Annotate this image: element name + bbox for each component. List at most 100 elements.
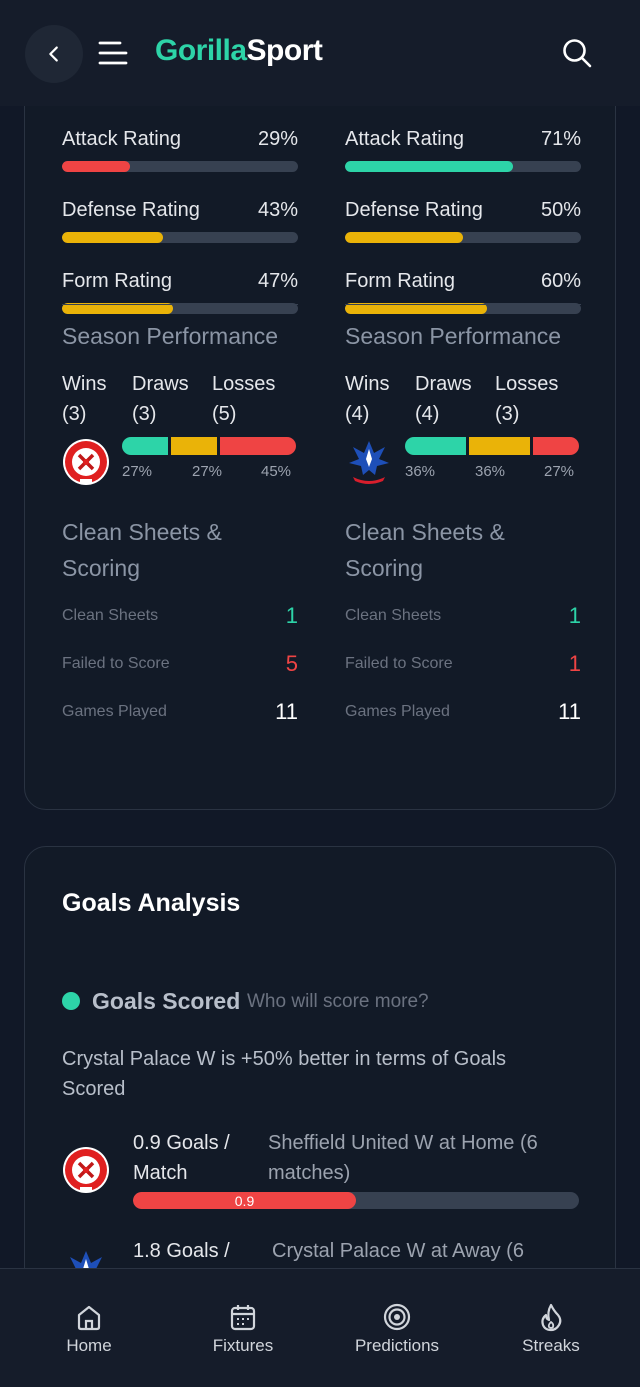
clean-sheets-value: 1 (285, 603, 298, 628)
wins-segment (122, 437, 168, 455)
win-percent: 27% (122, 463, 153, 480)
content-scroll[interactable]: Attack Rating 29% Defense Rating 43% For… (0, 106, 640, 1268)
wins-label: Wins (62, 373, 107, 395)
nav-streaks[interactable]: Streaks (471, 1269, 631, 1387)
loss-percent: 45% (261, 463, 292, 480)
target-icon (383, 1303, 411, 1331)
goals-bar-fill: 0.9 (133, 1192, 356, 1209)
goals-bar-label: 0.9 (234, 1192, 255, 1209)
home-icon (77, 1305, 101, 1331)
bottom-navigation: Home Fixtures Predictions Streaks (0, 1268, 640, 1387)
team-stats-card: Attack Rating 29% Defense Rating 43% For… (24, 106, 616, 810)
back-button[interactable] (25, 25, 83, 83)
season-performance-title: Season Performance (345, 323, 562, 349)
rating-label: Form Rating (62, 270, 173, 292)
losses-segment (219, 437, 297, 455)
rating-track (62, 161, 298, 172)
draws-label: Draws (132, 373, 189, 395)
rating-value: 29% (257, 128, 298, 150)
rating-value: 47% (257, 270, 298, 292)
losses-segment (533, 437, 580, 455)
rating-label: Defense Rating (62, 199, 200, 221)
nav-label: Fixtures (212, 1336, 274, 1355)
app-logo[interactable]: GorillaSport (155, 34, 323, 68)
calendar-icon (230, 1305, 256, 1331)
crystal-palace-crest-icon (70, 1251, 102, 1268)
crystal-palace-crest-icon (349, 441, 389, 484)
nav-label: Streaks (522, 1336, 580, 1355)
goals-summary: Crystal Palace W is +50% better in terms… (62, 1048, 507, 1100)
divider (62, 304, 298, 305)
goals-scored-label: Goals Scored (92, 988, 241, 1014)
goals-bar-track: 0.9 (133, 1192, 579, 1209)
clean-sheets-value: 1 (568, 603, 581, 628)
logo-primary: Gorilla (155, 34, 247, 67)
draws-label: Draws (415, 373, 472, 395)
failed-to-score-label: Failed to Score (345, 655, 453, 672)
rating-value: 43% (257, 199, 298, 221)
losses-count: (5) (212, 403, 237, 425)
failed-to-score-value: 1 (568, 651, 581, 676)
losses-label: Losses (212, 373, 276, 395)
rating-fill (62, 161, 131, 172)
losses-stat: Losses (5) (212, 369, 275, 429)
loss-percent: 27% (544, 463, 575, 480)
search-button[interactable] (560, 36, 594, 70)
rating-label: Attack Rating (345, 128, 464, 150)
draw-percent: 36% (475, 463, 506, 480)
goals-scored-subtitle: Who will score more? (247, 991, 429, 1012)
defense-rating-row: Defense Rating 50% (345, 199, 581, 243)
wins-label: Wins (345, 373, 390, 395)
win-percent: 36% (405, 463, 436, 480)
results-bar (122, 437, 298, 455)
goals-analysis-title: Goals Analysis (62, 889, 241, 917)
goals-context: Crystal Palace W at Away (6 (272, 1240, 524, 1262)
rating-label: Form Rating (345, 270, 456, 292)
goals-per-match-value: 0.9 Goals / Match (133, 1132, 230, 1184)
results-bar (405, 437, 581, 455)
nav-label: Home (66, 1336, 112, 1355)
rating-label: Defense Rating (345, 199, 483, 221)
sheffield-united-crest-icon (63, 1147, 109, 1193)
rating-track (345, 161, 581, 172)
defense-rating-row: Defense Rating 43% (62, 199, 298, 243)
nav-predictions[interactable]: Predictions (317, 1269, 477, 1387)
rating-value: 71% (540, 128, 581, 150)
draws-stat: Draws (3) (132, 369, 189, 429)
app-header: GorillaSport (0, 0, 640, 106)
nav-home[interactable]: Home (9, 1269, 169, 1387)
clean-sheets-title: Clean Sheets & Scoring (345, 519, 505, 581)
nav-fixtures[interactable]: Fixtures (163, 1269, 323, 1387)
goals-analysis-card: Goals Analysis Goals Scored Who will sco… (24, 846, 616, 1268)
games-played-value: 11 (275, 699, 298, 724)
games-played-label: Games Played (62, 703, 167, 720)
attack-rating-row: Attack Rating 29% (62, 128, 298, 172)
games-played-value: 11 (558, 699, 581, 724)
menu-button[interactable] (98, 40, 128, 66)
draws-count: (3) (132, 403, 157, 425)
draws-count: (4) (415, 403, 440, 425)
divider (345, 304, 581, 305)
attack-rating-row: Attack Rating 71% (345, 128, 581, 172)
goals-per-match-value: 1.8 Goals / (133, 1240, 230, 1262)
clean-sheets-label: Clean Sheets (62, 607, 159, 624)
wins-count: (3) (62, 403, 87, 425)
draws-segment (170, 437, 217, 455)
games-played-label: Games Played (345, 703, 450, 720)
flame-icon (541, 1303, 562, 1332)
losses-stat: Losses (3) (495, 369, 558, 429)
draws-stat: Draws (4) (415, 369, 472, 429)
failed-to-score-label: Failed to Score (62, 655, 170, 672)
rating-track (345, 232, 581, 243)
losses-count: (3) (495, 403, 520, 425)
nav-label: Predictions (354, 1336, 440, 1355)
logo-secondary: Sport (246, 34, 323, 67)
draw-percent: 27% (192, 463, 223, 480)
hamburger-icon (98, 41, 128, 65)
wins-segment (405, 437, 467, 455)
season-performance-title: Season Performance (62, 323, 279, 349)
rating-fill (345, 161, 513, 172)
chevron-left-icon (49, 46, 58, 62)
rating-fill (345, 232, 463, 243)
rating-value: 60% (540, 270, 581, 292)
